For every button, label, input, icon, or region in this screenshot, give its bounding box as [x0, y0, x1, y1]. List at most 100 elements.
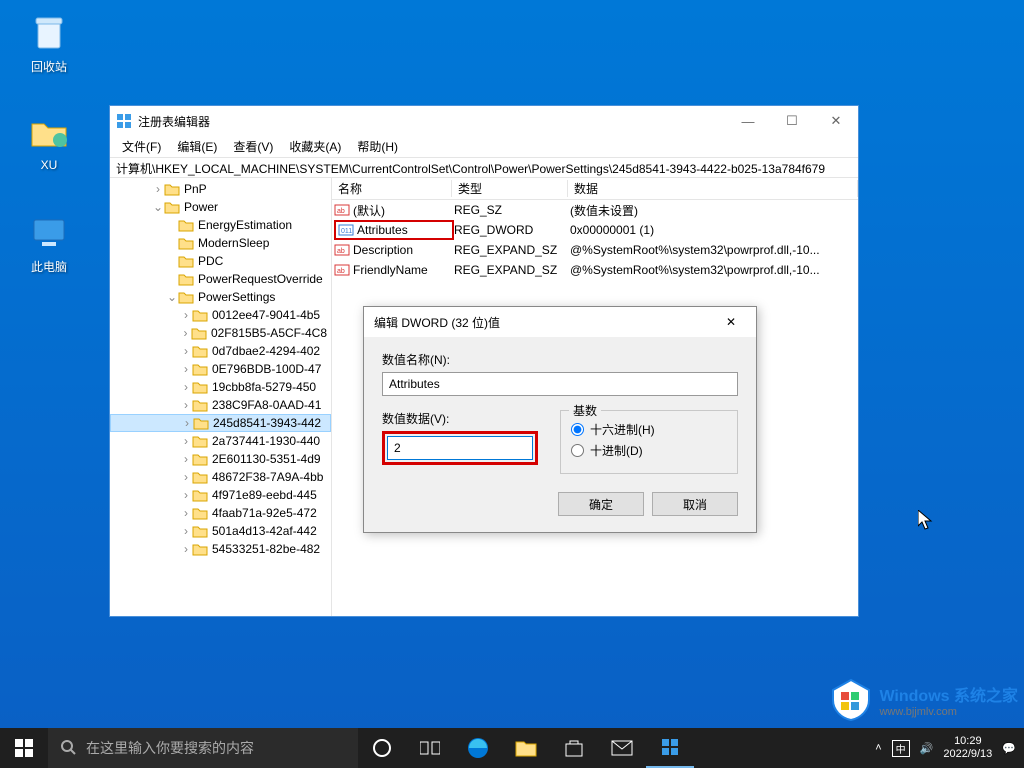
tree-node[interactable]: PowerRequestOverride — [110, 270, 331, 288]
menu-edit[interactable]: 编辑(E) — [171, 136, 223, 157]
tree-twisty[interactable]: ⌄ — [166, 290, 178, 304]
tree-node-label: Power — [184, 200, 218, 214]
tree-twisty[interactable]: › — [180, 398, 192, 412]
notifications-icon[interactable]: 💬 — [1002, 742, 1016, 755]
radio-dec-input[interactable] — [571, 444, 584, 457]
maximize-button[interactable]: ☐ — [770, 106, 814, 136]
radio-dec[interactable]: 十进制(D) — [571, 442, 727, 459]
tree-node[interactable]: PDC — [110, 252, 331, 270]
tree-twisty[interactable]: › — [180, 488, 192, 502]
tree-twisty[interactable]: › — [180, 344, 192, 358]
value-data-input[interactable] — [387, 436, 533, 460]
radio-hex[interactable]: 十六进制(H) — [571, 421, 727, 438]
mail-icon[interactable] — [598, 728, 646, 768]
ime-icon[interactable]: 中 — [892, 740, 910, 757]
tree-node[interactable]: ›2a737441-1930-440 — [110, 432, 331, 450]
tree-node[interactable]: ›19cbb8fa-5279-450 — [110, 378, 331, 396]
tree-node-label: 48672F38-7A9A-4bb — [212, 470, 323, 484]
tree-node[interactable]: ›4faab71a-92e5-472 — [110, 504, 331, 522]
cancel-button[interactable]: 取消 — [652, 492, 738, 516]
tree-node[interactable]: EnergyEstimation — [110, 216, 331, 234]
list-row[interactable]: abDescriptionREG_EXPAND_SZ@%SystemRoot%\… — [332, 240, 858, 260]
clock[interactable]: 10:29 2022/9/13 — [943, 735, 992, 761]
search-box[interactable]: 在这里输入你要搜索的内容 — [48, 728, 358, 768]
tree-node[interactable]: ›02F815B5-A5CF-4C8 — [110, 324, 331, 342]
tree-twisty[interactable]: › — [180, 362, 192, 376]
store-icon[interactable] — [550, 728, 598, 768]
tree-twisty[interactable]: › — [180, 380, 192, 394]
col-header-name[interactable]: 名称 — [332, 180, 452, 197]
tree-node[interactable]: ›501a4d13-42af-442 — [110, 522, 331, 540]
tree-node[interactable]: › 4f971e89-eebd-445 — [110, 486, 331, 504]
tree-node[interactable]: › 2E601130-5351-4d9 — [110, 450, 331, 468]
taskview-icon[interactable] — [406, 728, 454, 768]
start-button[interactable] — [0, 728, 48, 768]
desktop-icon-this-pc[interactable]: 此电脑 — [12, 212, 86, 275]
menu-file[interactable]: 文件(F) — [116, 136, 167, 157]
edge-icon[interactable] — [454, 728, 502, 768]
tree-node[interactable]: ⌄ Power — [110, 198, 331, 216]
regedit-taskbar-icon[interactable] — [646, 728, 694, 768]
tree-twisty[interactable]: › — [180, 308, 192, 322]
system-tray[interactable]: ˄ 中 🔊 10:29 2022/9/13 💬 — [875, 728, 1024, 768]
tree-twisty[interactable]: › — [152, 182, 164, 196]
desktop-icon-xu-folder[interactable]: XU — [12, 112, 86, 172]
volume-icon[interactable]: 🔊 — [920, 742, 934, 755]
tree-node[interactable]: ⌄ PowerSettings — [110, 288, 331, 306]
desktop-icon-recycle-bin[interactable]: 回收站 — [12, 12, 86, 75]
ok-button[interactable]: 确定 — [558, 492, 644, 516]
tree-node-label: 2E601130-5351-4d9 — [212, 452, 321, 466]
address-bar[interactable]: 计算机\HKEY_LOCAL_MACHINE\SYSTEM\CurrentCon… — [110, 158, 858, 178]
tree-twisty[interactable]: › — [180, 326, 191, 340]
list-row[interactable]: ab(默认)REG_SZ(数值未设置) — [332, 200, 858, 220]
col-header-data[interactable]: 数据 — [568, 180, 858, 197]
menu-help[interactable]: 帮助(H) — [351, 136, 404, 157]
tree-twisty[interactable]: › — [180, 452, 192, 466]
tree-node-label: 4f971e89-eebd-445 — [212, 488, 317, 502]
tree-node-label: PowerSettings — [198, 290, 275, 304]
folder-icon — [193, 416, 209, 430]
list-row[interactable]: abFriendlyNameREG_EXPAND_SZ@%SystemRoot%… — [332, 260, 858, 280]
tree-node-label: PnP — [184, 182, 207, 196]
close-button[interactable]: ✕ — [814, 106, 858, 136]
tree-twisty[interactable]: › — [180, 524, 192, 538]
recycle-bin-label: 回收站 — [12, 58, 86, 75]
menu-favorites[interactable]: 收藏夹(A) — [283, 136, 347, 157]
menu-view[interactable]: 查看(V) — [227, 136, 279, 157]
tree-node[interactable]: ›0012ee47-9041-4b5 — [110, 306, 331, 324]
tree-node[interactable]: › 48672F38-7A9A-4bb — [110, 468, 331, 486]
tray-chevron-icon[interactable]: ˄ — [875, 742, 881, 754]
tree-twisty[interactable]: › — [180, 470, 192, 484]
tree-twisty[interactable]: ⌄ — [152, 200, 164, 214]
minimize-button[interactable]: — — [726, 106, 770, 136]
radio-hex-input[interactable] — [571, 423, 584, 436]
tree-node[interactable]: ›245d8541-3943-442 — [110, 414, 331, 432]
cortana-icon[interactable] — [358, 728, 406, 768]
cell-data: @%SystemRoot%\system32\powrprof.dll,-10.… — [570, 263, 858, 277]
mouse-cursor — [918, 510, 934, 530]
tree-twisty[interactable]: › — [180, 506, 192, 520]
tree-node[interactable]: ›54533251-82be-482 — [110, 540, 331, 558]
tree-twisty[interactable]: › — [181, 416, 193, 430]
tree-node[interactable]: ›0d7dbae2-4294-402 — [110, 342, 331, 360]
tree-node[interactable]: ›0E796BDB-100D-47 — [110, 360, 331, 378]
value-name-input[interactable] — [382, 372, 738, 396]
dialog-titlebar[interactable]: 编辑 DWORD (32 位)值 ✕ — [364, 307, 756, 337]
this-pc-icon — [28, 212, 70, 254]
col-header-type[interactable]: 类型 — [452, 180, 568, 197]
dialog-close-button[interactable]: ✕ — [716, 315, 746, 329]
tree-twisty[interactable]: › — [180, 542, 192, 556]
registry-tree[interactable]: › PnP ⌄ Power EnergyEstimationModernSleepPDC… — [110, 178, 332, 616]
tree-twisty[interactable]: › — [180, 434, 192, 448]
titlebar[interactable]: 注册表编辑器 — ☐ ✕ — [110, 106, 858, 136]
folder-icon — [192, 398, 208, 412]
folder-icon — [192, 452, 208, 466]
tree-node[interactable]: ModernSleep — [110, 234, 331, 252]
list-row[interactable]: 011AttributesREG_DWORD0x00000001 (1) — [332, 220, 858, 240]
tree-node[interactable]: › PnP — [110, 180, 331, 198]
this-pc-label: 此电脑 — [12, 258, 86, 275]
tree-node[interactable]: ›238C9FA8-0AAD-41 — [110, 396, 331, 414]
list-header[interactable]: 名称 类型 数据 — [332, 178, 858, 200]
file-explorer-icon[interactable] — [502, 728, 550, 768]
folder-icon — [164, 200, 180, 214]
